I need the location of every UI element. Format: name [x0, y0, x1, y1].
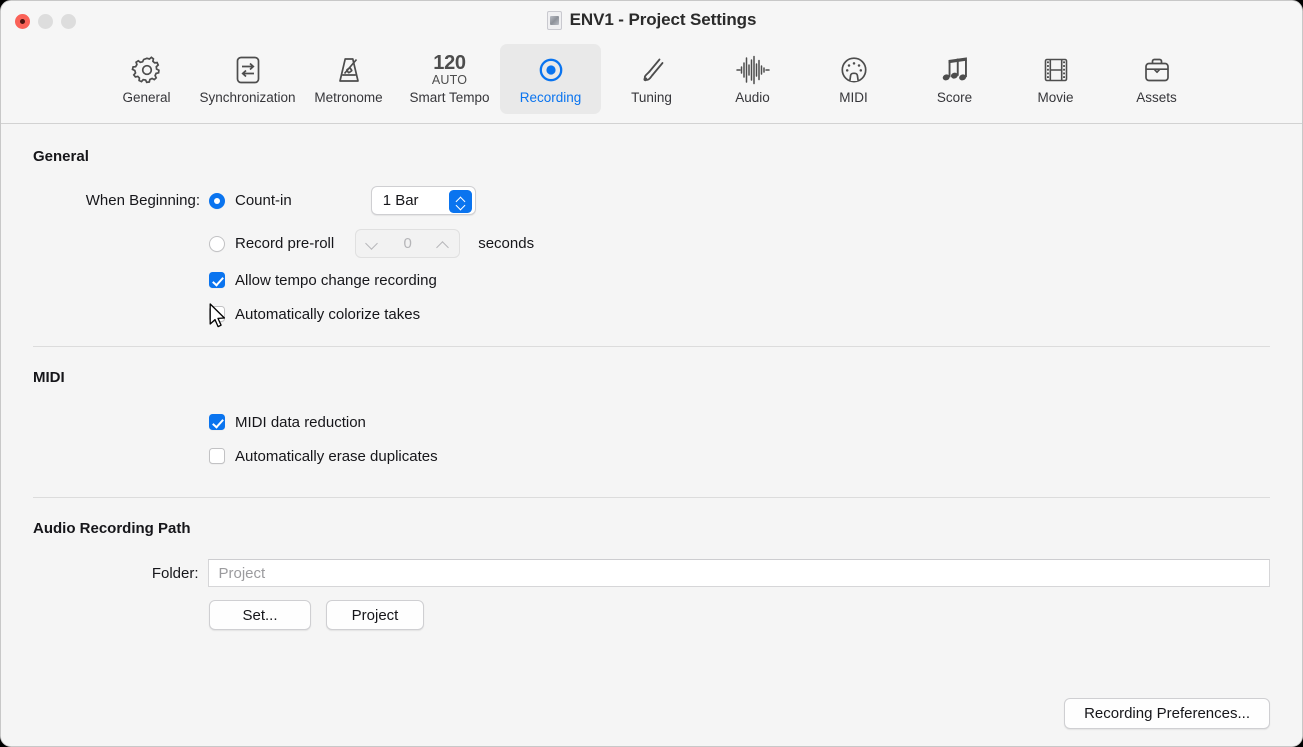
preroll-seconds-unit: seconds: [478, 235, 534, 252]
document-icon: [547, 11, 562, 30]
tab-audio[interactable]: Audio: [702, 44, 803, 114]
folder-label: Folder:: [33, 565, 199, 582]
smart-tempo-auto: AUTO: [432, 73, 467, 87]
tab-recording[interactable]: Recording: [500, 44, 601, 114]
project-folder-button[interactable]: Project: [326, 600, 424, 630]
recording-preferences-button[interactable]: Recording Preferences...: [1064, 698, 1270, 729]
audio-path-heading: Audio Recording Path: [33, 520, 1270, 537]
general-section: General When Beginning: Count-in 1 Bar: [33, 124, 1270, 324]
tab-label: Movie: [1037, 90, 1073, 105]
tab-tuning[interactable]: Tuning: [601, 44, 702, 114]
record-preroll-radio-control[interactable]: [209, 236, 225, 252]
waveform-icon: [734, 51, 772, 89]
tab-label: Recording: [520, 90, 582, 105]
settings-toolbar: General Synchronization M: [1, 42, 1302, 124]
tab-metronome[interactable]: Metronome: [298, 44, 399, 114]
footer-area: Recording Preferences...: [1064, 698, 1270, 729]
titlebar: ENV1 - Project Settings: [1, 1, 1302, 42]
record-preroll-label: Record pre-roll: [235, 235, 334, 252]
tab-label: Score: [937, 90, 972, 105]
record-preroll-row: Record pre-roll 0 seconds: [33, 229, 1270, 258]
auto-colorize-checkbox[interactable]: [209, 306, 225, 322]
traffic-lights: [15, 14, 76, 29]
count-in-label: Count-in: [235, 192, 292, 209]
allow-tempo-change-checkbox[interactable]: [209, 272, 225, 288]
tab-label: Audio: [735, 90, 770, 105]
tab-label: General: [122, 90, 170, 105]
general-heading: General: [33, 148, 1270, 165]
tab-label: Assets: [1136, 90, 1177, 105]
set-folder-button[interactable]: Set...: [209, 600, 311, 630]
allow-tempo-change-label: Allow tempo change recording: [235, 272, 437, 289]
allow-tempo-change-row[interactable]: Allow tempo change recording: [33, 270, 1270, 290]
tab-score[interactable]: Score: [904, 44, 1005, 114]
close-button[interactable]: [15, 14, 30, 29]
project-settings-window: ENV1 - Project Settings General Synch: [0, 0, 1303, 747]
folder-path-field[interactable]: Project: [208, 559, 1271, 587]
gear-icon: [130, 51, 164, 89]
erase-duplicates-label: Automatically erase duplicates: [235, 448, 438, 465]
erase-duplicates-row[interactable]: Automatically erase duplicates: [33, 446, 1270, 466]
count-in-row: When Beginning: Count-in 1 Bar: [33, 186, 1270, 215]
when-beginning-label: When Beginning:: [33, 192, 200, 209]
tab-label: MIDI: [839, 90, 868, 105]
tab-general[interactable]: General: [96, 44, 197, 114]
midi-data-reduction-checkbox[interactable]: [209, 414, 225, 430]
zoom-button[interactable]: [61, 14, 76, 29]
notes-icon: [938, 51, 972, 89]
chevron-updown-icon[interactable]: [449, 190, 472, 213]
auto-colorize-label: Automatically colorize takes: [235, 306, 420, 323]
count-in-radio[interactable]: Count-in: [209, 192, 292, 209]
midi-section: MIDI MIDI data reduction Automatically e…: [33, 347, 1270, 466]
midi-data-reduction-row[interactable]: MIDI data reduction: [33, 412, 1270, 432]
record-icon: [535, 51, 567, 89]
tuning-fork-icon: [636, 51, 668, 89]
preroll-seconds-value: 0: [404, 235, 412, 252]
window-title: ENV1 - Project Settings: [570, 10, 757, 30]
tab-smart-tempo[interactable]: 120 AUTO Smart Tempo: [399, 44, 500, 114]
sync-icon: [233, 51, 263, 89]
smart-tempo-icon: 120 AUTO: [432, 51, 467, 89]
midi-data-reduction-label: MIDI data reduction: [235, 414, 366, 431]
count-in-amount-popup[interactable]: 1 Bar: [371, 186, 476, 215]
tab-midi[interactable]: MIDI: [803, 44, 904, 114]
folder-buttons-row: Set... Project: [33, 600, 1270, 630]
briefcase-icon: [1141, 51, 1173, 89]
stepper-up-icon[interactable]: [437, 240, 449, 248]
tab-label: Smart Tempo: [409, 90, 489, 105]
record-preroll-radio[interactable]: Record pre-roll: [209, 235, 334, 252]
metronome-icon: [332, 51, 366, 89]
minimize-button[interactable]: [38, 14, 53, 29]
stepper-down-icon[interactable]: [366, 240, 378, 248]
tab-label: Metronome: [314, 90, 382, 105]
preroll-seconds-stepper[interactable]: 0: [355, 229, 460, 258]
title-area: ENV1 - Project Settings: [1, 10, 1302, 30]
tab-movie[interactable]: Movie: [1005, 44, 1106, 114]
audio-recording-path-section: Audio Recording Path Folder: Project Set…: [33, 498, 1270, 630]
count-in-amount-value: 1 Bar: [383, 192, 419, 209]
tab-assets[interactable]: Assets: [1106, 44, 1207, 114]
count-in-radio-control[interactable]: [209, 193, 225, 209]
midi-heading: MIDI: [33, 369, 1270, 386]
folder-path-value: Project: [219, 565, 266, 582]
tab-label: Tuning: [631, 90, 672, 105]
erase-duplicates-checkbox[interactable]: [209, 448, 225, 464]
folder-row: Folder: Project: [33, 559, 1270, 587]
settings-content: General When Beginning: Count-in 1 Bar: [1, 124, 1302, 747]
tab-label: Synchronization: [199, 90, 295, 105]
smart-tempo-bpm: 120: [433, 54, 465, 73]
midi-connector-icon: [838, 51, 870, 89]
tab-synchronization[interactable]: Synchronization: [197, 44, 298, 114]
auto-colorize-row[interactable]: Automatically colorize takes: [33, 304, 1270, 324]
film-icon: [1041, 51, 1071, 89]
